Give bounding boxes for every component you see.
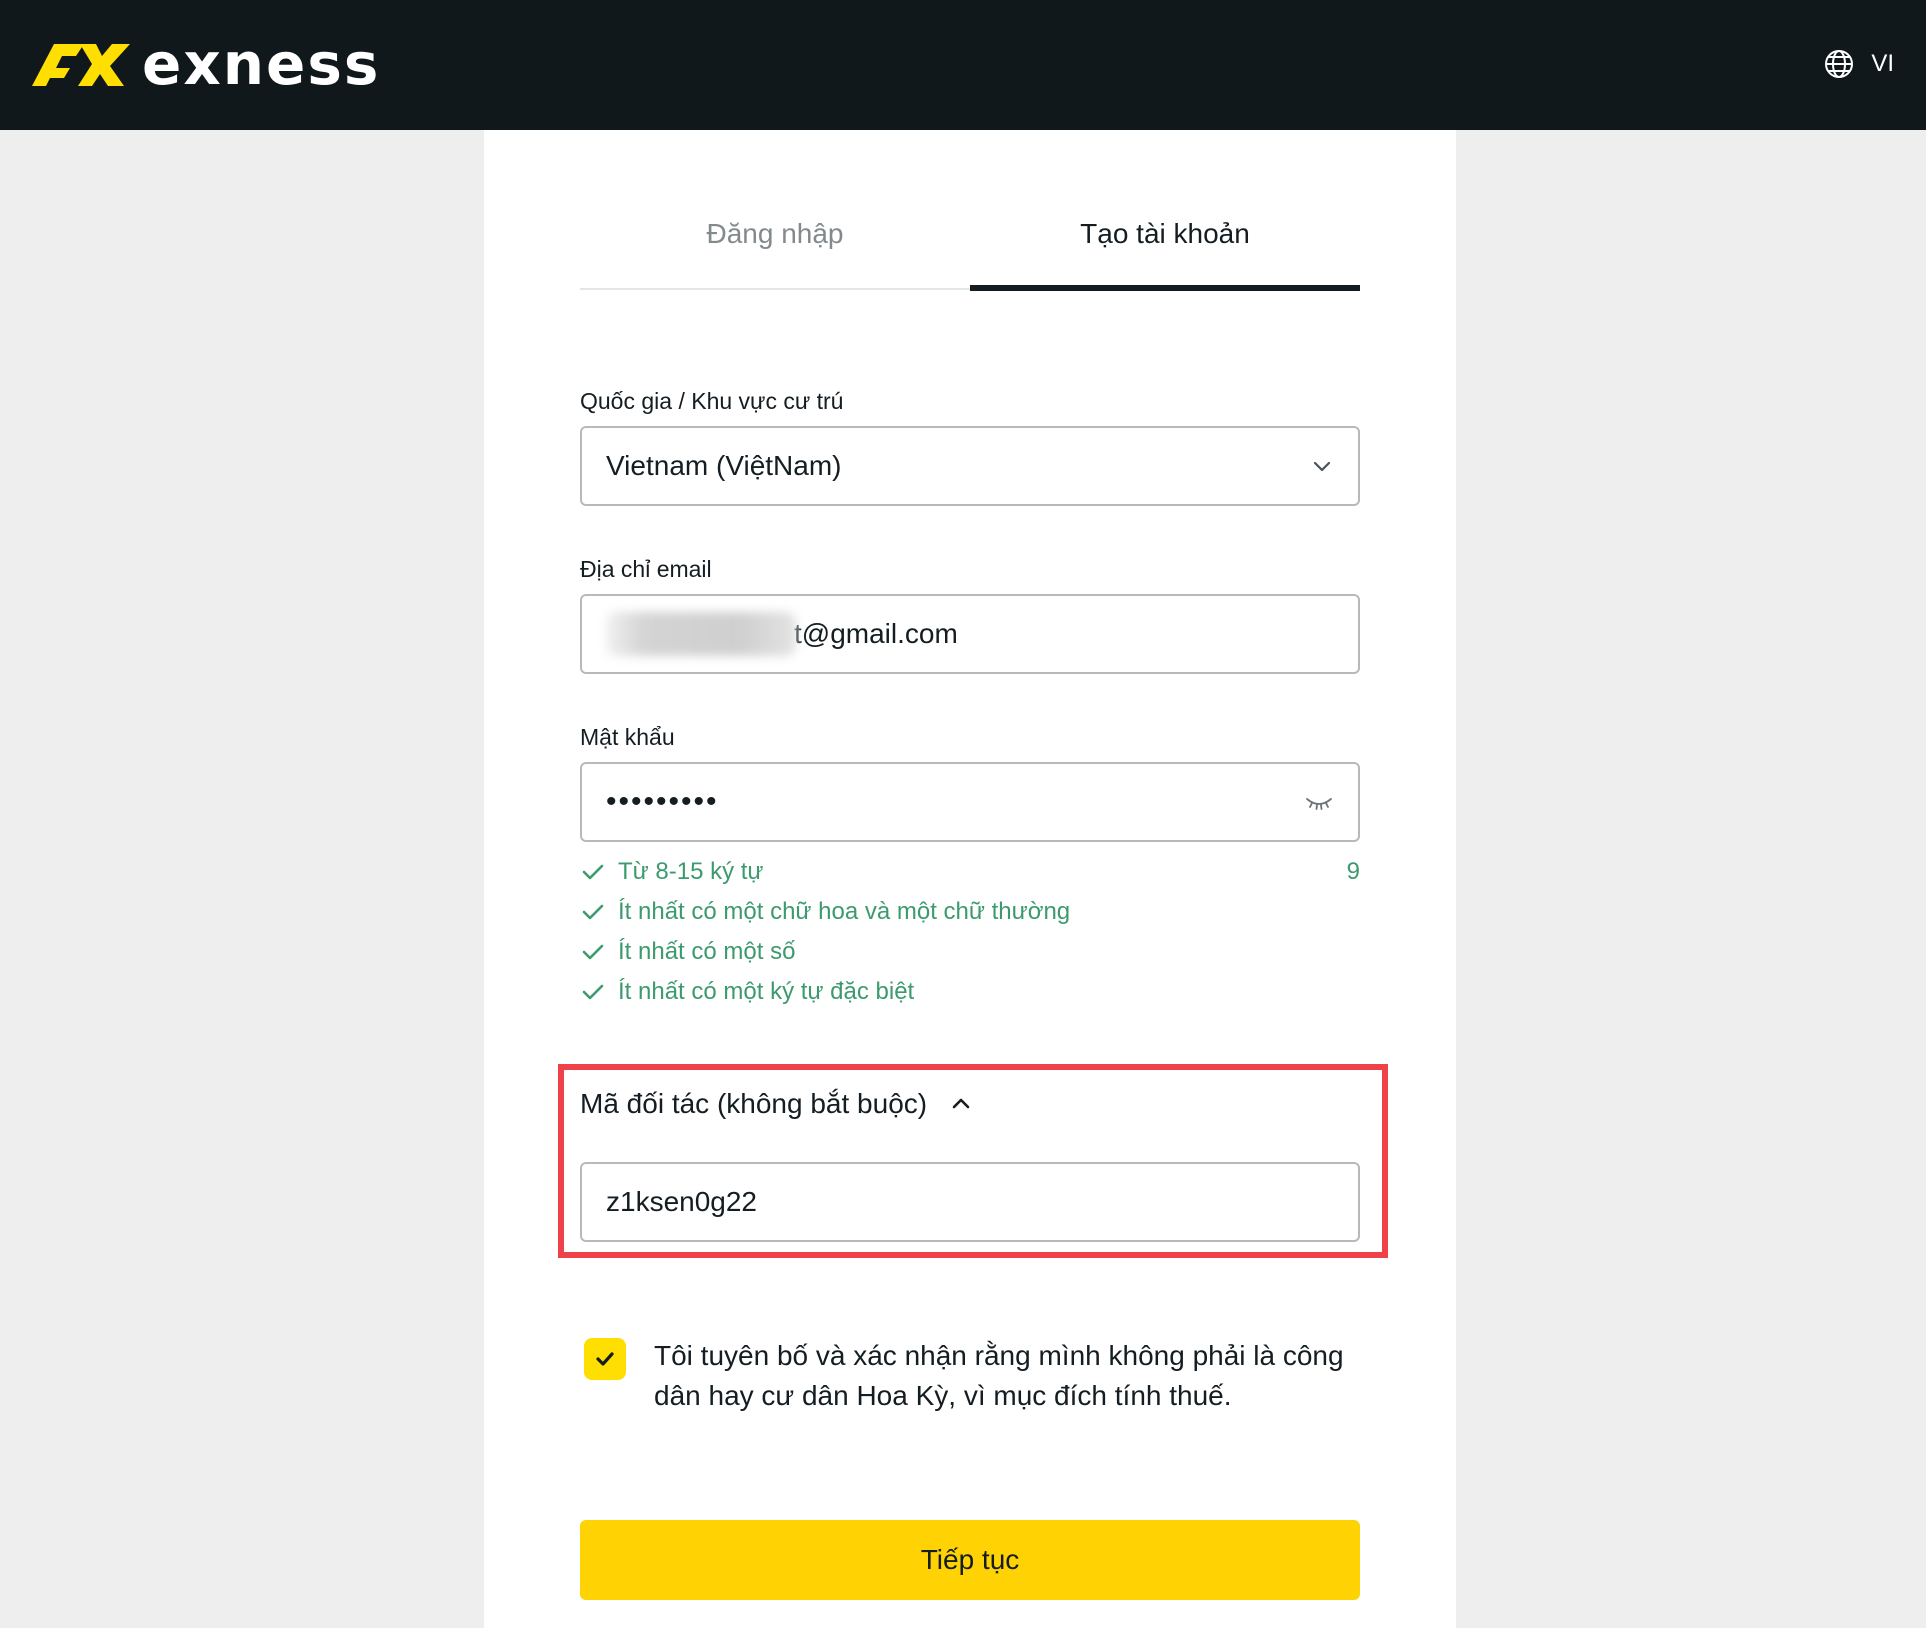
consent-checkbox[interactable] — [584, 1338, 626, 1380]
password-label: Mật khẩu — [580, 724, 675, 750]
password-rule: Từ 8-15 ký tự 9 — [580, 852, 1360, 892]
email-value: t@gmail.com — [794, 618, 958, 649]
partner-code-input[interactable]: z1ksen0g22 — [580, 1162, 1360, 1242]
password-rule: Ít nhất có một chữ hoa và một chữ thường — [580, 892, 1360, 932]
check-icon — [582, 984, 604, 1000]
consent-text: Tôi tuyên bố và xác nhận rằng mình không… — [654, 1340, 1344, 1411]
password-char-count: 9 — [1346, 858, 1360, 885]
tab-login[interactable]: Đăng nhập — [580, 210, 970, 288]
globe-icon — [1825, 50, 1854, 78]
continue-button[interactable]: Tiếp tục — [580, 1520, 1360, 1600]
auth-card: Đăng nhập Tạo tài khoản Quốc gia / Khu v… — [484, 130, 1456, 1628]
rule-case-text: Ít nhất có một chữ hoa và một chữ thường — [618, 898, 1071, 925]
language-selector[interactable]: VI — [1823, 48, 1894, 80]
email-field[interactable]: t@gmail.com — [580, 594, 1360, 674]
us-tax-consent: Tôi tuyên bố và xác nhận rằng mình không… — [584, 1336, 1344, 1416]
language-code: VI — [1871, 50, 1894, 77]
password-rules: Từ 8-15 ký tự 9 Ít nhất có một chữ hoa v… — [580, 852, 1360, 1012]
country-select[interactable]: Vietnam (ViệtNam) — [580, 426, 1360, 506]
top-bar: exness VI — [0, 0, 1926, 130]
check-icon — [582, 904, 604, 920]
rule-length-text: Từ 8-15 ký tự — [618, 858, 764, 885]
exness-logo-mark-icon — [32, 44, 130, 86]
exness-logo[interactable]: exness — [26, 34, 380, 94]
check-icon — [582, 864, 604, 880]
password-rule: Ít nhất có một số — [580, 932, 1360, 972]
partner-code-value: z1ksen0g22 — [606, 1186, 758, 1217]
password-masked-value: ••••••••• — [606, 785, 719, 818]
auth-tabs: Đăng nhập Tạo tài khoản — [580, 210, 1360, 291]
checkmark-icon — [596, 1352, 614, 1366]
tab-create-account[interactable]: Tạo tài khoản — [970, 210, 1360, 291]
chevron-up-icon — [952, 1098, 970, 1109]
email-label: Địa chỉ email — [580, 556, 712, 582]
chevron-down-icon — [1313, 461, 1331, 472]
password-field[interactable]: ••••••••• — [580, 762, 1360, 842]
partner-code-toggle[interactable]: Mã đối tác (không bắt buộc) — [580, 1088, 973, 1120]
check-icon — [582, 944, 604, 960]
password-rule: Ít nhất có một ký tự đặc biệt — [580, 972, 1360, 1012]
redacted-email-blur — [606, 612, 796, 656]
eye-closed-icon[interactable] — [1304, 787, 1334, 817]
rule-number-text: Ít nhất có một số — [618, 938, 796, 965]
country-label: Quốc gia / Khu vực cư trú — [580, 388, 844, 414]
rule-special-text: Ít nhất có một ký tự đặc biệt — [618, 978, 915, 1005]
brand-wordmark: exness — [142, 30, 381, 98]
country-value: Vietnam (ViệtNam) — [606, 450, 842, 481]
partner-code-label: Mã đối tác (không bắt buộc) — [580, 1088, 928, 1119]
